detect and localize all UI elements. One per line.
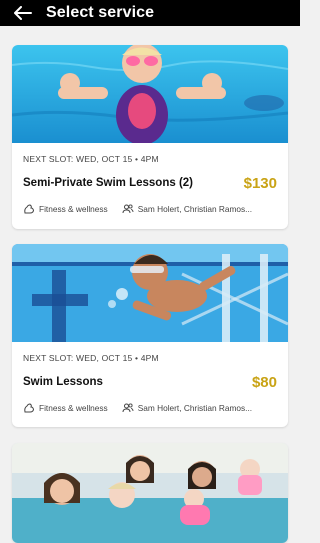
back-button[interactable]	[12, 2, 34, 24]
next-slot-label: NEXT SLOT: WED, OCT 15 • 4PM	[23, 353, 159, 363]
people-icon	[122, 204, 134, 214]
service-name: Semi-Private Swim Lessons (2)	[23, 177, 194, 189]
service-price: $80	[251, 373, 277, 391]
service-card-semi-private[interactable]: NEXT SLOT: WED, OCT 15 • 4PM Semi-Privat…	[12, 45, 288, 229]
service-price: $130	[243, 174, 277, 192]
service-name: Swim Lessons	[23, 376, 103, 388]
people-icon	[122, 403, 134, 413]
service-card-group[interactable]	[12, 443, 288, 543]
app-header: Select service	[0, 0, 300, 26]
service-card-swim-lessons[interactable]: NEXT SLOT: WED, OCT 15 • 4PM Swim Lesson…	[12, 244, 288, 427]
next-slot-label: NEXT SLOT: WED, OCT 15 • 4PM	[23, 154, 159, 164]
dumbbell-arm-icon	[24, 403, 35, 413]
service-photo	[12, 244, 288, 342]
staff-label: Sam Holert, Christian Ramos...	[137, 204, 253, 214]
page-title: Select service	[46, 4, 155, 21]
staff-label: Sam Holert, Christian Ramos...	[137, 403, 253, 413]
service-photo	[12, 45, 288, 143]
category-label: Fitness & wellness	[39, 204, 108, 214]
service-photo	[12, 443, 288, 543]
category-label: Fitness & wellness	[39, 403, 108, 413]
dumbbell-arm-icon	[24, 204, 35, 214]
arrow-left-icon	[14, 6, 32, 20]
